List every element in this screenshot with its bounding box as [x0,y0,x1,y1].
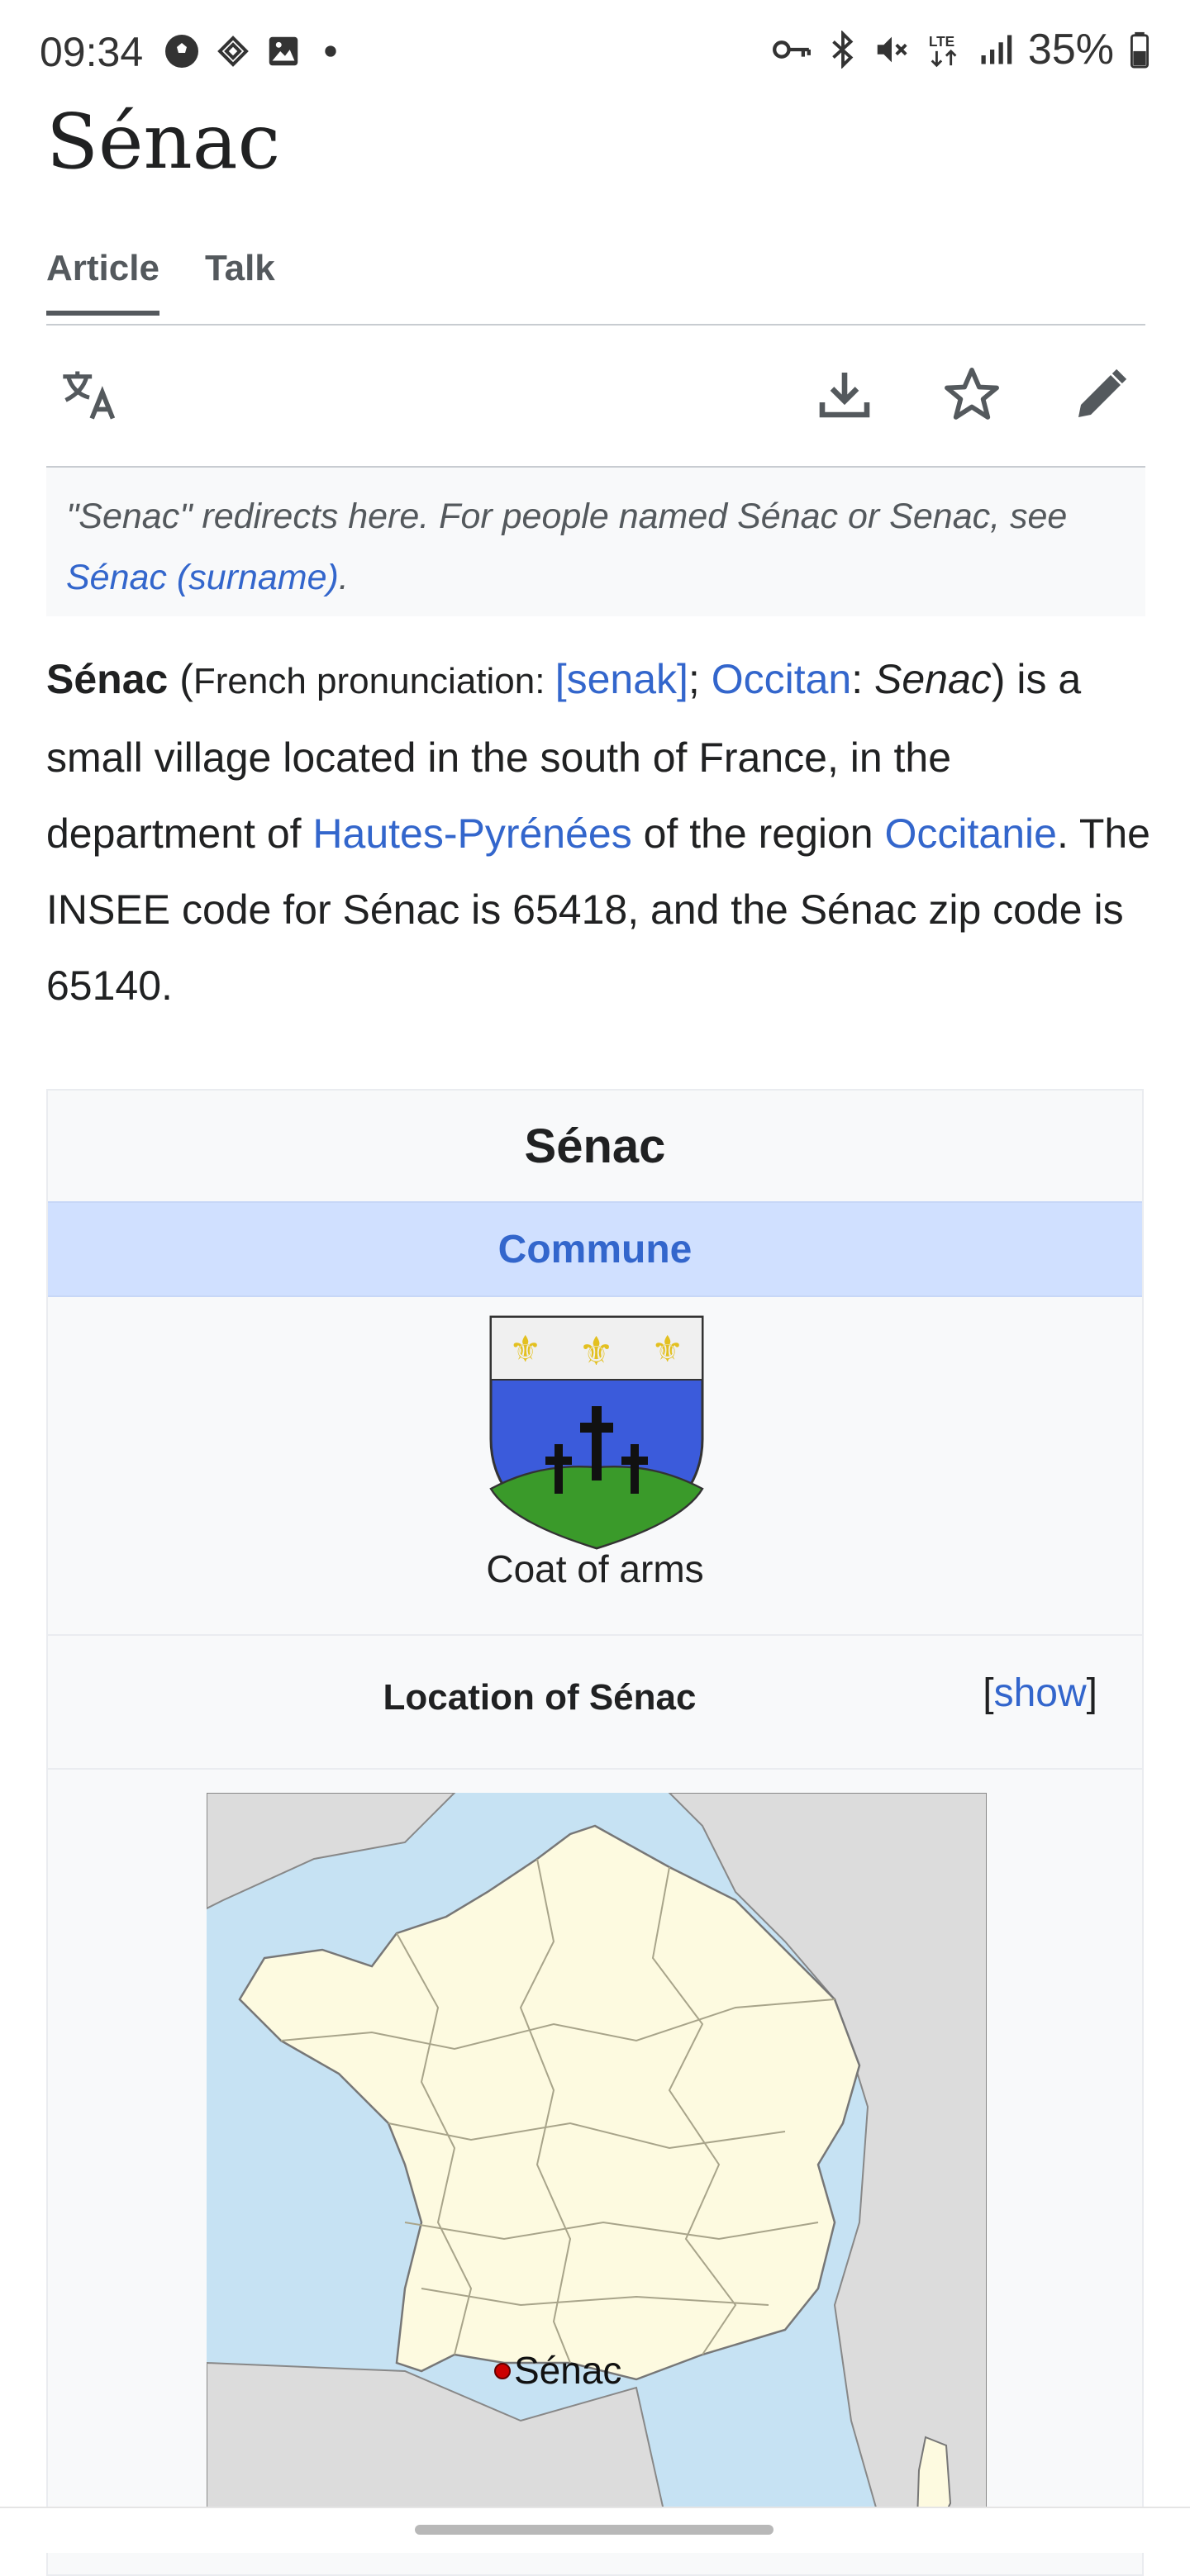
ipa-link[interactable]: [senak] [555,656,688,702]
translate-icon [63,371,116,420]
download-icon [819,373,870,418]
lead-separator: ; [688,656,712,702]
dot-icon [325,45,336,57]
signal-icon [981,35,1012,64]
map-marker-label: Sénac [514,2349,622,2392]
region-link[interactable]: Occitanie [885,810,1057,857]
namespace-tabs: Article Talk [46,248,1145,326]
lead-bold-name: Sénac [46,656,169,702]
lead-colon: : [851,656,875,702]
mute-icon [877,36,907,63]
tab-talk[interactable]: Talk [205,248,275,311]
hatnote: "Senac" redirects here. For people named… [46,468,1145,616]
svg-text:⚜: ⚜ [651,1328,683,1371]
page-title: Sénac [46,97,281,186]
infobox-title: Sénac [524,1119,666,1173]
battery-percent: 35% [1027,26,1114,74]
teams-icon [217,36,249,67]
battery-icon [1130,31,1150,69]
status-right: LTE 35% [770,25,1150,74]
status-left-icons [162,31,347,71]
status-time: 09:34 [40,29,144,75]
infobox-type[interactable]: Commune [48,1201,1142,1297]
pronunciation-label: French pronunciation: [193,661,555,701]
hatnote-text: "Senac" redirects here. For people named… [66,497,1068,536]
location-map[interactable]: Sénac [207,1793,987,2536]
hatnote-link-surname[interactable]: Sénac (surname) [66,558,339,597]
show-link[interactable]: show [994,1671,1087,1715]
lead-text-2: of the region [631,810,885,857]
coat-of-arms-section: ⚜ ⚜ ⚜ Coat of arms [48,1295,1142,1636]
france-map-image [207,1793,987,2536]
occitan-link[interactable]: Occitan [712,656,852,702]
status-bar: 09:34 LTE 35% [0,0,1190,107]
tab-article[interactable]: Article [46,248,159,316]
show-bracket-close: ] [1086,1671,1097,1715]
hatnote-end: . [338,558,349,597]
location-show-toggle: [show] [983,1671,1097,1716]
vpn-key-icon [772,40,811,59]
watch-button[interactable] [939,362,1005,428]
gallery-icon [269,36,298,66]
svg-text:⚜: ⚜ [509,1328,541,1371]
navigation-bar [0,2507,1190,2553]
svg-text:LTE: LTE [929,33,954,50]
soccer-ball-icon [165,35,198,68]
star-icon [945,368,999,420]
lead-paragraph: Sénac (French pronunciation: [senak]; Oc… [46,641,1154,1024]
show-bracket-open: [ [983,1671,994,1715]
language-button[interactable] [56,362,122,428]
gesture-handle[interactable] [415,2525,774,2535]
location-section: Location of Sénac [show] [48,1636,1142,1770]
bluetooth-icon [832,31,854,69]
edit-button[interactable] [1068,362,1134,428]
lte-icon: LTE [929,33,957,68]
svg-text:⚜: ⚜ [578,1328,614,1375]
location-label: Location of Sénac [383,1677,697,1718]
edit-icon [1078,368,1127,417]
page-actions-toolbar [46,326,1145,468]
department-link[interactable]: Hautes-Pyrénées [312,810,631,857]
download-button[interactable] [812,362,878,428]
coat-of-arms-caption: Coat of arms [486,1547,704,1590]
infobox: Sénac Commune ⚜ ⚜ ⚜ Coat of arms Locatio… [46,1089,1144,2576]
occitan-name: Senac [874,656,992,702]
lead-paren: ( [168,656,193,702]
coat-of-arms-image[interactable]: ⚜ ⚜ ⚜ [489,1315,704,1550]
